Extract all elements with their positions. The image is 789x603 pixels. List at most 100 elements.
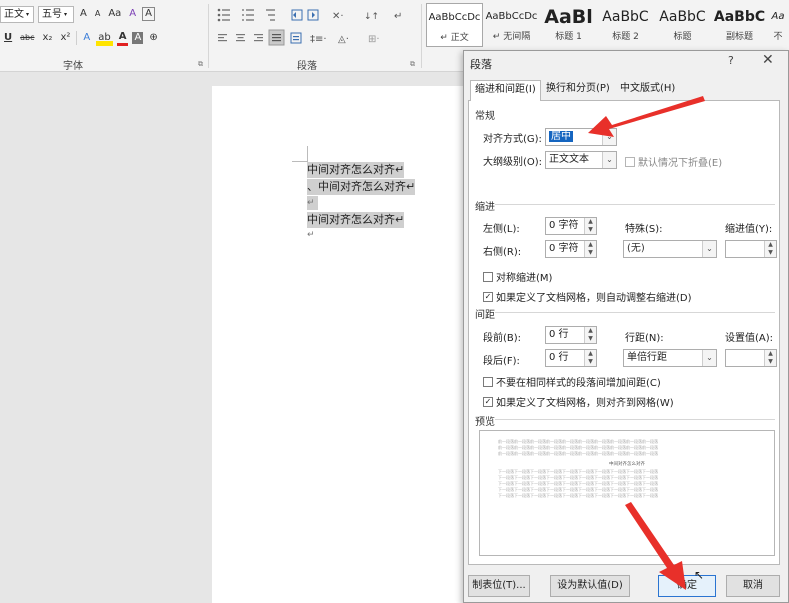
general-heading: 常规 [475, 111, 495, 122]
special-indent-select[interactable]: (无) ⌄ [623, 240, 717, 258]
spinner-arrows-icon[interactable]: ▲ ▼ [764, 350, 776, 366]
numbering-icon[interactable] [242, 9, 254, 21]
tab-line-page-breaks[interactable]: 换行和分页(P) [542, 80, 614, 100]
cancel-button[interactable]: 取消 [726, 575, 780, 597]
spinner-arrows-icon[interactable]: ▲ ▼ [584, 218, 596, 234]
font-group-label: 字体 [63, 61, 83, 72]
clear-format-button[interactable]: A [127, 6, 138, 22]
indent-left-value: 0 字符 [549, 220, 579, 231]
section-divider [495, 419, 775, 420]
doc-line-2[interactable]: 、中间对齐怎么对齐↵ [307, 179, 416, 195]
spinner-arrows-icon[interactable]: ▲ ▼ [764, 241, 776, 257]
preview-heading: 预览 [475, 417, 495, 428]
char-shading-button[interactable]: A [132, 32, 144, 44]
change-case-button[interactable]: Aa [106, 6, 123, 22]
distributed-icon[interactable] [290, 32, 302, 44]
paragraph-buttons-icons: ✕· ↓↑ ↵ ‡≡· ◬· ⊞· [217, 8, 402, 46]
mirror-indents-label: 对称缩进(M) [496, 273, 553, 284]
tabs-button[interactable]: 制表位(T)... [468, 575, 530, 597]
subscript-button[interactable]: x₂ [41, 30, 55, 46]
decrease-indent-icon[interactable] [291, 9, 303, 21]
char-border-button[interactable]: A [142, 7, 155, 21]
mouse-cursor-icon: ↖ [694, 568, 705, 582]
text-effect-button[interactable]: A [81, 30, 92, 46]
indent-right-value: 0 字符 [549, 243, 579, 254]
font-style-value: 正文 [4, 8, 24, 20]
font-dialog-launcher-icon[interactable]: ⧉ [198, 60, 203, 69]
auto-adjust-indent-checkbox[interactable]: ✓ 如果定义了文档网格，则自动调整右缩进(D) [483, 289, 692, 304]
align-center-icon[interactable] [236, 34, 245, 42]
paragraph-dialog-launcher-icon[interactable]: ⧉ [410, 60, 415, 69]
superscript-button[interactable]: x² [58, 30, 72, 46]
checkbox-checked-icon: ✓ [483, 291, 493, 302]
borders-icon[interactable]: ⊞· [368, 34, 380, 45]
no-space-same-style-checkbox[interactable]: 不要在相同样式的段落间增加间距(C) [483, 374, 661, 389]
spinner-arrows-icon[interactable]: ▲ ▼ [584, 241, 596, 257]
chevron-down-icon: ⌄ [702, 241, 716, 257]
line-spacing-icon[interactable]: ‡≡· [310, 34, 327, 45]
alignment-select[interactable]: 居中 ⌄ [545, 128, 617, 146]
font-style-combo[interactable]: 正文 ▾ [0, 5, 34, 23]
style-name: 标题 2 [612, 32, 639, 42]
multilevel-list-icon[interactable] [266, 9, 275, 21]
increase-indent-icon[interactable] [307, 9, 319, 21]
shrink-font-button[interactable]: A [93, 6, 102, 22]
font-color-button[interactable]: A [116, 31, 129, 46]
strikethrough-button[interactable]: abc [18, 30, 36, 46]
paragraph-dialog: 段落 ? ✕ 缩进和间距(I) 换行和分页(P) 中文版式(H) 常规 对齐方式… [463, 50, 789, 603]
show-marks-icon[interactable]: ↵ [394, 11, 402, 22]
ok-button[interactable]: 确定 [658, 575, 716, 597]
style-no-spacing[interactable]: AaBbCcDc ↵ 无间隔 [483, 3, 540, 47]
grow-font-button[interactable]: A [78, 6, 89, 22]
snap-to-grid-checkbox[interactable]: ✓ 如果定义了文档网格，则对齐到网格(W) [483, 394, 674, 409]
outline-level-value: 正文文本 [549, 154, 589, 165]
spinner-arrows-icon[interactable]: ▲ ▼ [584, 350, 596, 366]
style-preview: AaBbCcDc [428, 12, 481, 23]
indent-by-spinner[interactable]: ▲ ▼ [725, 240, 777, 258]
style-heading-1[interactable]: AaBl 标题 1 [540, 3, 597, 47]
align-right-icon[interactable] [254, 34, 263, 42]
tab-asian-typography[interactable]: 中文版式(H) [616, 80, 679, 100]
sort-icon[interactable]: ↓↑ [364, 12, 379, 22]
font-size-combo[interactable]: 五号 ▾ [38, 5, 74, 23]
bullets-icon[interactable] [217, 8, 230, 22]
doc-line-3[interactable]: ↵ [307, 196, 318, 210]
spinner-arrows-icon[interactable]: ▲ ▼ [584, 327, 596, 343]
align-left-icon[interactable] [218, 34, 227, 42]
group-divider [421, 4, 422, 68]
highlight-button[interactable]: ab [96, 30, 113, 46]
set-default-button[interactable]: 设为默认值(D) [550, 575, 630, 597]
doc-line-1[interactable]: 中间对齐怎么对齐↵ [307, 162, 405, 178]
indent-right-spinner[interactable]: 0 字符 ▲ ▼ [545, 240, 597, 258]
style-subtitle[interactable]: AaBbC 副标题 [711, 3, 768, 47]
doc-line-4[interactable]: 中间对齐怎么对齐↵ [307, 212, 405, 228]
space-after-spinner[interactable]: 0 行 ▲ ▼ [545, 349, 597, 367]
justify-icon [272, 34, 281, 42]
collapse-default-label: 默认情况下折叠(E) [638, 158, 723, 169]
underline-button[interactable]: U [2, 30, 14, 46]
style-heading-2[interactable]: AaBbC 标题 2 [597, 3, 654, 47]
alignment-label: 对齐方式(G): [483, 134, 542, 145]
style-name: 标题 [673, 32, 692, 42]
indent-left-spinner[interactable]: 0 字符 ▲ ▼ [545, 217, 597, 235]
style-more[interactable]: Aa 不 [768, 3, 788, 47]
close-icon[interactable]: ✕ [762, 52, 774, 68]
style-title[interactable]: AaBbC 标题 [654, 3, 711, 47]
collapse-default-checkbox[interactable]: 默认情况下折叠(E) [625, 154, 722, 169]
document-page[interactable]: 中间对齐怎么对齐↵ 、中间对齐怎么对齐↵ ↵ 中间对齐怎么对齐↵ ↵ [212, 86, 472, 603]
line-spacing-select[interactable]: 单倍行距 ⌄ [623, 349, 717, 367]
shading-icon[interactable]: ◬· [338, 34, 349, 45]
style-normal[interactable]: AaBbCcDc ↵ 正文 [426, 3, 483, 47]
asian-layout-icon[interactable]: ✕· [332, 11, 344, 22]
styles-gallery: AaBbCcDc ↵ 正文 AaBbCcDc ↵ 无间隔 AaBl 标题 1 A… [426, 3, 788, 47]
enclose-char-icon[interactable]: ⊕ [147, 30, 159, 46]
mirror-indents-checkbox[interactable]: 对称缩进(M) [483, 269, 552, 284]
group-divider [208, 4, 209, 68]
outline-level-select[interactable]: 正文文本 ⌄ [545, 151, 617, 169]
paragraph-mark: ↵ [307, 230, 315, 240]
help-icon[interactable]: ? [728, 54, 734, 67]
spacing-at-spinner[interactable]: ▲ ▼ [725, 349, 777, 367]
ribbon-separator [76, 31, 78, 45]
tab-indent-spacing[interactable]: 缩进和间距(I) [470, 80, 541, 101]
space-before-spinner[interactable]: 0 行 ▲ ▼ [545, 326, 597, 344]
